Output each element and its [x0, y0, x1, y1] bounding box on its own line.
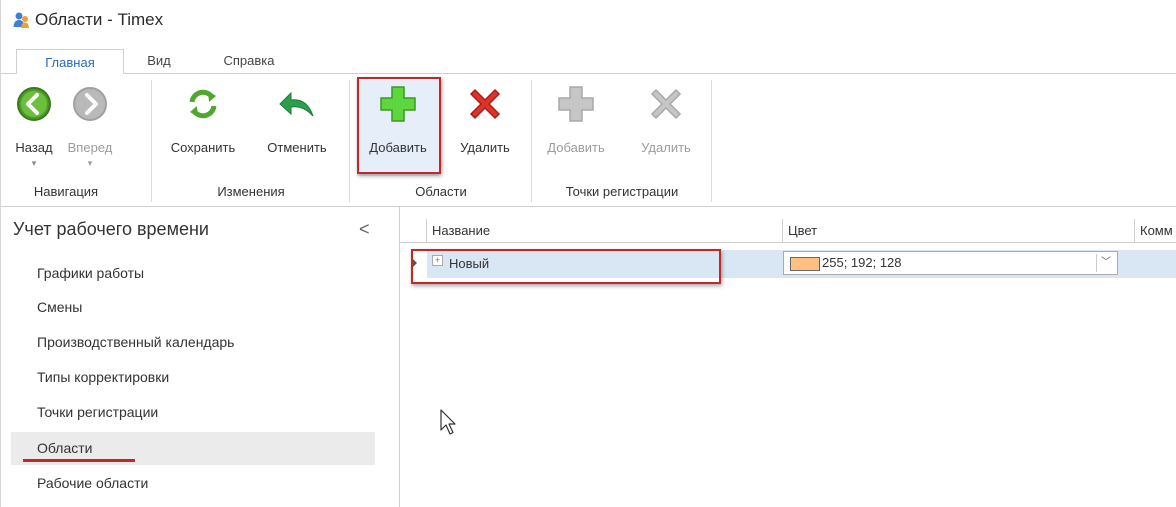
- cancel-label: Отменить: [267, 140, 327, 155]
- arrow-right-icon: [73, 87, 107, 121]
- color-picker[interactable]: 255; 192; 128 ﹀: [783, 251, 1118, 275]
- column-header-name[interactable]: Название: [427, 219, 783, 243]
- save-label: Сохранить: [170, 140, 236, 155]
- ribbon-separator: [711, 80, 712, 202]
- mouse-cursor-icon: [440, 409, 456, 435]
- title-bar: Области - Timex: [1, 0, 1176, 44]
- sidebar: Учет рабочего времени < Графики работы С…: [1, 207, 400, 507]
- group-label-navigation: Навигация: [33, 184, 99, 199]
- refresh-icon: [189, 89, 217, 119]
- plus-icon: [558, 86, 594, 122]
- add-point-button[interactable]: Добавить: [539, 80, 613, 176]
- sidebar-item-registration-points[interactable]: Точки регистрации: [11, 396, 375, 429]
- add-point-label: Добавить: [547, 140, 605, 155]
- ribbon-separator: [531, 80, 532, 202]
- back-label: Назад: [15, 140, 53, 155]
- delete-point-label: Удалить: [641, 140, 691, 155]
- arrow-left-icon: [17, 87, 51, 121]
- chevron-down-icon: ▾: [87, 158, 93, 168]
- app-window: Области - Timex Главная Вид Справка Наза…: [0, 0, 1176, 507]
- collapse-icon[interactable]: <: [359, 219, 370, 240]
- cancel-button[interactable]: Отменить: [253, 80, 341, 176]
- forward-label: Вперед: [67, 140, 113, 155]
- group-label-areas: Области: [415, 184, 467, 199]
- column-header-color[interactable]: Цвет: [783, 219, 1135, 243]
- ribbon: Назад ▾ Вперед ▾ Навигация Сохранить Отм…: [1, 74, 1176, 207]
- sidebar-item-schedules[interactable]: Графики работы: [11, 257, 375, 290]
- save-button[interactable]: Сохранить: [161, 80, 245, 176]
- ribbon-separator: [151, 80, 152, 202]
- tab-view[interactable]: Вид: [141, 48, 177, 73]
- delete-area-button[interactable]: Удалить: [445, 80, 525, 176]
- sidebar-header: Учет рабочего времени: [13, 219, 209, 239]
- tab-help[interactable]: Справка: [217, 48, 281, 73]
- delete-x-icon: [469, 88, 501, 120]
- sidebar-item-correction-types[interactable]: Типы корректировки: [11, 361, 375, 394]
- ribbon-tabs: Главная Вид Справка: [1, 44, 1176, 76]
- sidebar-item-calendar[interactable]: Производственный календарь: [11, 326, 375, 359]
- color-value: 255; 192; 128: [822, 255, 902, 270]
- tab-main[interactable]: Главная: [16, 49, 124, 76]
- delete-x-icon: [650, 88, 682, 120]
- sidebar-item-shifts[interactable]: Смены: [11, 291, 375, 324]
- chevron-down-icon[interactable]: ﹀: [1096, 254, 1115, 272]
- users-app-icon: [13, 12, 29, 28]
- color-swatch: [790, 257, 820, 271]
- column-header-comment[interactable]: Комм: [1135, 219, 1176, 243]
- delete-point-button[interactable]: Удалить: [627, 80, 705, 176]
- group-label-changes: Изменения: [217, 184, 285, 199]
- ribbon-separator: [349, 80, 350, 202]
- delete-area-label: Удалить: [460, 140, 510, 155]
- row-header-corner: [400, 219, 427, 243]
- highlight-frame: [411, 249, 721, 284]
- group-label-registration-points: Точки регистрации: [565, 184, 679, 199]
- undo-icon: [279, 91, 314, 117]
- annotation-underline: [23, 459, 135, 462]
- back-button[interactable]: Назад ▾: [11, 80, 57, 176]
- chevron-down-icon: ▾: [31, 158, 37, 168]
- window-title: Области - Timex: [35, 10, 164, 29]
- highlight-frame: [357, 77, 441, 174]
- forward-button[interactable]: Вперед ▾: [59, 80, 121, 176]
- sidebar-item-work-areas[interactable]: Рабочие области: [11, 467, 375, 500]
